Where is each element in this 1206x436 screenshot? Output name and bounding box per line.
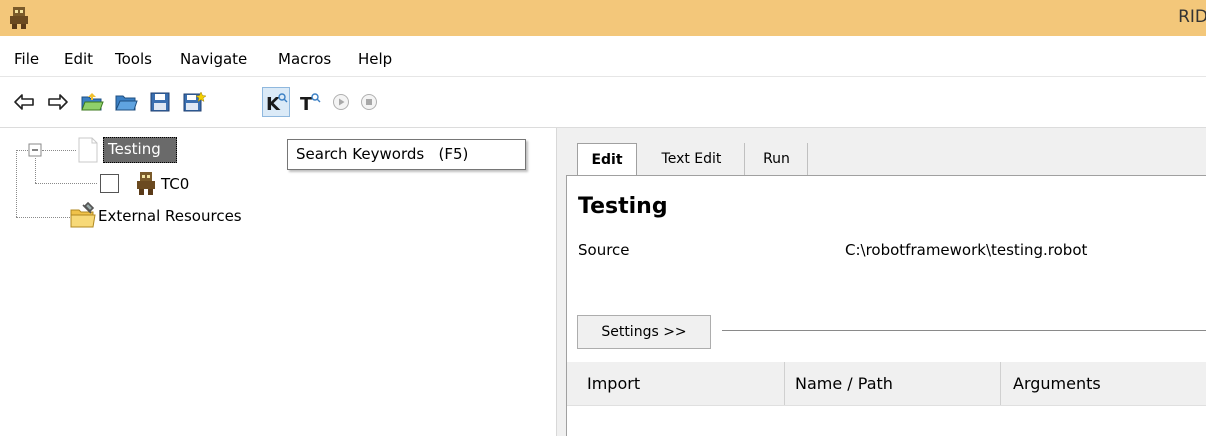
- search-keywords-icon: K: [266, 93, 288, 113]
- back-button[interactable]: [10, 87, 38, 117]
- menu-macros[interactable]: Macros: [278, 50, 331, 68]
- search-keywords-button[interactable]: K: [262, 87, 290, 117]
- pane-splitter[interactable]: [556, 128, 566, 436]
- menu-help[interactable]: Help: [358, 50, 392, 68]
- column-arguments[interactable]: Arguments: [1013, 362, 1101, 405]
- stop-icon: [361, 94, 377, 110]
- external-resources-icon: [70, 201, 96, 228]
- save-icon: [150, 92, 170, 112]
- tree-item-testing[interactable]: Testing: [103, 137, 177, 163]
- tc-checkbox[interactable]: [100, 174, 119, 193]
- title-bar[interactable]: RID: [0, 0, 1206, 36]
- tab-edit[interactable]: Edit: [577, 143, 637, 175]
- svg-text:T: T: [300, 94, 313, 113]
- settings-separator: [722, 330, 1206, 331]
- tree-item-external-resources[interactable]: External Resources: [98, 207, 242, 225]
- back-arrow-icon: [14, 94, 34, 110]
- tree-item-label: Testing: [108, 140, 161, 158]
- run-icon: [333, 94, 349, 110]
- menu-edit[interactable]: Edit: [64, 50, 93, 68]
- tree-connector: [16, 217, 70, 218]
- tree-connector: [35, 158, 36, 183]
- open-folder-icon: [115, 95, 138, 111]
- tree-item-tc0[interactable]: TC0: [161, 175, 189, 193]
- open-folder-button[interactable]: [112, 87, 140, 117]
- save-all-button[interactable]: [180, 87, 208, 117]
- imports-grid-header: Import Name / Path Arguments: [567, 362, 1206, 406]
- menu-bar: File Edit Tools Navigate Macros Help: [0, 36, 1206, 77]
- menu-navigate[interactable]: Navigate: [180, 50, 247, 68]
- column-separator[interactable]: [784, 362, 785, 405]
- open-directory-button[interactable]: [78, 87, 106, 117]
- search-keywords-tooltip: Search Keywords (F5): [287, 139, 526, 170]
- search-tests-icon: T: [300, 93, 321, 113]
- stop-button[interactable]: [355, 87, 383, 117]
- tab-text-edit[interactable]: Text Edit: [639, 143, 745, 175]
- source-label: Source: [578, 241, 630, 259]
- run-button[interactable]: [327, 87, 355, 117]
- menu-tools[interactable]: Tools: [115, 50, 152, 68]
- toolbar: K T: [0, 77, 1206, 128]
- menu-file[interactable]: File: [14, 50, 39, 68]
- column-separator[interactable]: [1000, 362, 1001, 405]
- open-directory-icon: [81, 93, 104, 111]
- source-path: C:\robotframework\testing.robot: [845, 241, 1088, 259]
- tree-connector: [42, 150, 76, 151]
- forward-button[interactable]: [44, 87, 72, 117]
- column-import[interactable]: Import: [587, 362, 640, 405]
- collapse-toggle-icon[interactable]: [28, 143, 42, 157]
- tab-run[interactable]: Run: [746, 143, 808, 175]
- column-name-path[interactable]: Name / Path: [795, 362, 893, 405]
- tree-connector: [35, 183, 97, 184]
- forward-arrow-icon: [48, 94, 68, 110]
- tree-connector: [16, 150, 17, 217]
- settings-toggle-button[interactable]: Settings >>: [577, 315, 711, 349]
- save-all-icon: [183, 91, 206, 112]
- suite-title: Testing: [578, 194, 668, 219]
- tree-connector: [16, 150, 28, 151]
- save-button[interactable]: [146, 87, 174, 117]
- suite-file-icon: [78, 137, 98, 163]
- search-tests-button[interactable]: T: [296, 87, 324, 117]
- robot-app-icon: [10, 7, 28, 29]
- window-title: RID: [1178, 7, 1206, 27]
- tree-pane[interactable]: [0, 128, 556, 436]
- robot-test-icon: [137, 172, 155, 195]
- imports-grid-body[interactable]: [567, 406, 1206, 436]
